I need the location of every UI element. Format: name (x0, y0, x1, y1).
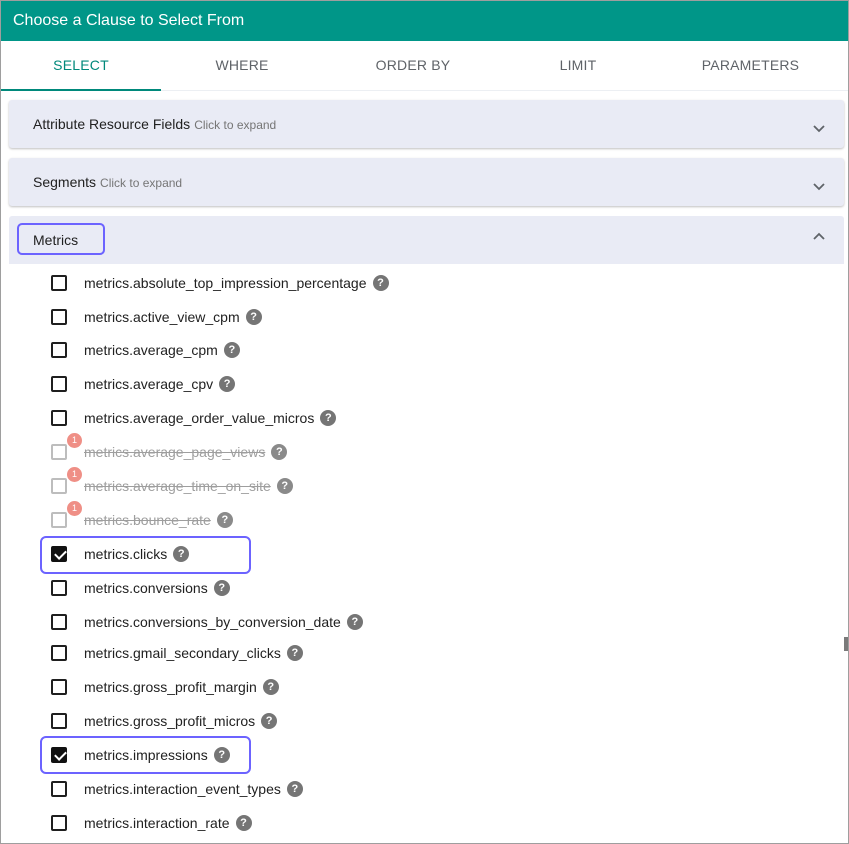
metrics-title-highlight (17, 223, 105, 255)
chevron-up-icon[interactable] (812, 230, 826, 244)
metric-label: metrics.gross_profit_micros (84, 713, 256, 729)
metric-label: metrics.active_view_cpm (84, 309, 240, 325)
warning-badge: 1 (67, 433, 82, 448)
help-icon[interactable]: ? (271, 444, 288, 460)
selection-highlight (40, 736, 251, 774)
help-icon[interactable]: ? (286, 645, 303, 661)
metric-label: metrics.conversions (84, 580, 208, 596)
warning-badge: 1 (67, 467, 82, 482)
list-item[interactable]: metrics.gross_profit_margin ? (51, 672, 279, 702)
metric-label: metrics.interaction_event_types (84, 781, 281, 797)
list-item[interactable]: metrics.conversions ? (51, 573, 230, 603)
checkbox: 1 (51, 467, 82, 494)
help-icon[interactable]: ? (223, 342, 240, 358)
attribute-fields-panel[interactable]: Attribute Resource Fields Click to expand (9, 100, 844, 148)
metric-label: metrics.average_cpv (84, 376, 214, 392)
metric-label: metrics.interaction_rate (84, 815, 230, 831)
checkbox[interactable] (51, 614, 67, 630)
list-item[interactable]: metrics.absolute_top_impression_percenta… (51, 268, 389, 298)
tab-where[interactable]: WHERE (161, 41, 323, 89)
tab-order-by[interactable]: ORDER BY (323, 41, 503, 89)
metrics-panel[interactable]: Metrics (9, 216, 844, 264)
expand-hint: Click to expand (194, 118, 277, 132)
help-icon[interactable]: ? (213, 580, 230, 596)
list-item[interactable]: metrics.interaction_event_types ? (51, 774, 303, 804)
attribute-fields-title: Attribute Resource Fields Click to expand (33, 116, 277, 132)
checkbox[interactable] (51, 781, 67, 797)
list-item[interactable]: metrics.gross_profit_micros ? (51, 706, 278, 736)
checkbox[interactable] (51, 342, 67, 358)
checkbox: 1 (51, 433, 82, 460)
list-item[interactable]: metrics.interaction_rate ? (51, 808, 252, 838)
scrollbar-handle[interactable] (844, 637, 848, 651)
tab-select[interactable]: SELECT (1, 41, 161, 91)
list-item[interactable]: metrics.average_cpv ? (51, 369, 236, 399)
list-item: 1 metrics.bounce_rate ? (51, 501, 233, 535)
help-icon[interactable]: ? (286, 781, 303, 797)
help-icon[interactable]: ? (262, 679, 279, 695)
clause-dialog: Choose a Clause to Select From SELECT WH… (0, 0, 849, 844)
tab-bar: SELECT WHERE ORDER BY LIMIT PARAMETERS (1, 41, 848, 91)
segments-title: Segments Click to expand (33, 174, 183, 190)
metric-label: metrics.average_cpm (84, 342, 218, 358)
metric-label: metrics.bounce_rate (84, 512, 211, 528)
help-icon[interactable]: ? (261, 713, 278, 729)
checkbox[interactable] (51, 309, 67, 325)
checkbox[interactable] (51, 815, 67, 831)
metric-label: metrics.absolute_top_impression_percenta… (84, 275, 367, 291)
checkbox[interactable] (51, 275, 67, 291)
help-icon[interactable]: ? (245, 309, 262, 325)
chevron-down-icon[interactable] (812, 179, 826, 193)
metric-label: metrics.gross_profit_margin (84, 679, 257, 695)
checkbox[interactable] (51, 645, 67, 661)
help-icon[interactable]: ? (372, 275, 389, 291)
checkbox[interactable] (51, 580, 67, 596)
list-item[interactable]: metrics.average_order_value_micros ? (51, 403, 337, 433)
chevron-down-icon[interactable] (812, 121, 826, 135)
tab-limit[interactable]: LIMIT (503, 41, 653, 89)
metric-label: metrics.average_order_value_micros (84, 410, 315, 426)
help-icon[interactable]: ? (276, 478, 293, 494)
list-item[interactable]: metrics.active_view_cpm ? (51, 302, 262, 332)
tab-parameters[interactable]: PARAMETERS (653, 41, 848, 89)
metric-label: metrics.average_page_views (84, 444, 266, 460)
metric-label: metrics.conversions_by_conversion_date (84, 614, 341, 630)
list-item[interactable]: metrics.average_cpm ? (51, 335, 240, 365)
segments-panel[interactable]: Segments Click to expand (9, 158, 844, 206)
help-icon[interactable]: ? (235, 815, 252, 831)
dialog-title: Choose a Clause to Select From (1, 1, 848, 41)
expand-hint: Click to expand (100, 176, 183, 190)
list-item: 1 metrics.average_time_on_site ? (51, 467, 293, 501)
metric-label: metrics.gmail_secondary_clicks (84, 645, 281, 661)
list-item[interactable]: metrics.gmail_secondary_clicks ? (51, 638, 303, 668)
help-icon[interactable]: ? (219, 376, 236, 392)
checkbox[interactable] (51, 410, 67, 426)
list-item[interactable]: metrics.conversions_by_conversion_date ? (51, 607, 363, 637)
checkbox[interactable] (51, 679, 67, 695)
help-icon[interactable]: ? (346, 614, 363, 630)
checkbox[interactable] (51, 713, 67, 729)
checkbox: 1 (51, 501, 82, 528)
selection-highlight (40, 536, 251, 574)
warning-badge: 1 (67, 501, 82, 516)
metric-label: metrics.average_time_on_site (84, 478, 271, 494)
list-item: 1 metrics.average_page_views ? (51, 433, 288, 467)
checkbox[interactable] (51, 376, 67, 392)
help-icon[interactable]: ? (320, 410, 337, 426)
help-icon[interactable]: ? (216, 512, 233, 528)
